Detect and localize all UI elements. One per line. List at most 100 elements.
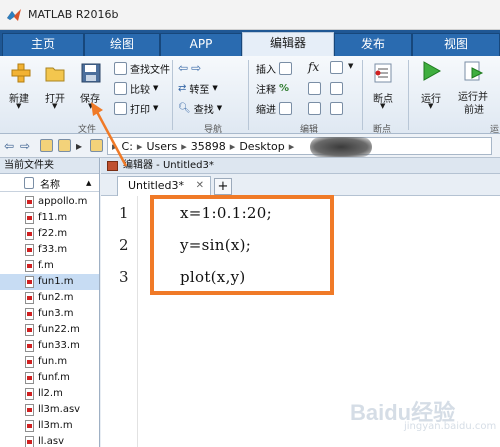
name-column-header[interactable]: 名称 ▲ (0, 174, 99, 192)
find-button[interactable]: 🔍︎ 查找 ▼ (178, 100, 222, 116)
file-name: f33.m (38, 244, 68, 255)
file-list-item[interactable]: appollo.m (0, 194, 99, 210)
file-name: appollo.m (38, 196, 88, 207)
tab-plots[interactable]: 绘图 (84, 33, 160, 56)
chevron-right-icon[interactable]: ▸ (76, 139, 82, 153)
chevron-down-icon: ▼ (212, 84, 218, 92)
redacted-blur (310, 137, 372, 157)
goto-button[interactable]: ⇄ 转至 ▼ (178, 80, 218, 96)
m-file-icon (25, 356, 34, 368)
indent-increase-icon[interactable] (308, 102, 321, 115)
add-tab-button[interactable]: + (214, 178, 232, 195)
tab-home[interactable]: 主页 (2, 33, 84, 56)
close-icon[interactable]: ✕ (196, 177, 204, 195)
file-list: appollo.m f11.m f22.m f33.m f.m fun1.m fun2.m f… (0, 194, 99, 447)
goto-icon: ⇄ (178, 82, 187, 94)
folder-up-icon[interactable] (40, 139, 53, 152)
comment-button[interactable]: 注释 % (256, 80, 289, 96)
file-list-item[interactable]: f.m (0, 258, 99, 274)
plus-icon (11, 63, 31, 83)
breadcrumb-user[interactable]: 35898 (191, 140, 226, 153)
file-list-item[interactable]: f22.m (0, 226, 99, 242)
find-files-label: 查找文件 (130, 64, 170, 76)
file-list-item[interactable]: f11.m (0, 210, 99, 226)
breadcrumb-separator: ▸ (288, 139, 295, 153)
matlab-logo-icon (7, 9, 21, 21)
file-list-item[interactable]: ll3m.asv (0, 402, 99, 418)
m-file-icon (25, 308, 34, 320)
chevron-down-icon: ▼ (16, 102, 22, 110)
editor-header: 编辑器 - Untitled3* (101, 158, 500, 174)
file-name: fun.m (38, 356, 68, 367)
m-file-icon (25, 372, 34, 384)
find-label: 查找 (193, 104, 214, 116)
arrow-left-icon[interactable]: ⇦ (178, 61, 188, 75)
annotation-arrow (91, 102, 128, 167)
function-icon[interactable] (330, 61, 343, 74)
breadcrumb-separator: ▸ (181, 139, 187, 153)
doc-tab-label: Untitled3* (128, 179, 185, 192)
file-list-item[interactable]: fun33.m (0, 338, 99, 354)
indent-button[interactable]: 缩进 (256, 100, 292, 116)
find-files-button[interactable]: 查找文件 (114, 60, 170, 76)
insert-label: 插入 (256, 64, 276, 76)
chevron-down-icon: ▼ (216, 104, 223, 112)
file-list-item[interactable]: fun2.m (0, 290, 99, 306)
compare-button[interactable]: 比较 ▼ (114, 80, 158, 96)
back-forward-buttons[interactable]: ⇦ ⇨ (178, 60, 201, 76)
window-title: MATLAB R2016b (28, 8, 119, 21)
breadcrumb-desktop[interactable]: Desktop (239, 140, 284, 153)
search-icon: 🔍︎ (178, 102, 191, 114)
fx-button[interactable]: fx (308, 60, 319, 74)
ribbon-toolbar: 新建 ▼ 打开 ▼ 保存 ▼ 查找文件 比较 ▼ 打印 ▼ 文件 ⇦ ⇨ ⇄ 转… (0, 56, 500, 135)
current-folder-panel: 当前文件夹 名称 ▲ appollo.m f11.m f22.m f33.m f.m fu… (0, 158, 100, 447)
tab-apps[interactable]: APP (160, 33, 242, 56)
group-divider (408, 60, 409, 130)
file-name: ll3m.asv (38, 404, 81, 415)
chevron-down-icon[interactable]: ▼ (348, 62, 353, 70)
folder-icon (45, 67, 65, 82)
browse-folder-icon[interactable] (58, 139, 71, 152)
breadcrumb-users[interactable]: Users (146, 140, 177, 153)
m-file-icon (25, 388, 34, 400)
file-list-item[interactable]: funf.m (0, 370, 99, 386)
arrow-left-icon[interactable]: ⇦ (4, 139, 14, 153)
indent-decrease-icon[interactable] (330, 102, 343, 115)
insert-button[interactable]: 插入 (256, 60, 292, 76)
ribbon-tab-strip: 主页 绘图 APP 编辑器 发布 视图 (0, 30, 500, 56)
file-list-item[interactable]: f33.m (0, 242, 99, 258)
run-and-advance-icon (464, 61, 484, 81)
breadcrumb-separator: ▸ (229, 139, 236, 153)
file-name: fun22.m (38, 324, 80, 335)
arrow-right-icon[interactable]: ⇨ (20, 139, 30, 153)
m-file-icon (25, 292, 34, 304)
tab-editor[interactable]: 编辑器 (242, 32, 334, 56)
file-list-item[interactable]: fun.m (0, 354, 99, 370)
arrow-right-icon[interactable]: ⇨ (191, 61, 201, 75)
group-divider (172, 60, 173, 130)
find-files-icon (114, 61, 127, 75)
m-file-icon (25, 324, 34, 336)
wrap-comments-icon[interactable] (330, 82, 343, 95)
file-list-item[interactable]: ll3m.m (0, 418, 99, 434)
current-folder-title: 当前文件夹 (0, 158, 99, 174)
file-list-item[interactable]: fun3.m (0, 306, 99, 322)
file-name: ll3m.m (38, 420, 73, 431)
m-file-icon (25, 196, 34, 208)
file-list-item[interactable]: fun22.m (0, 322, 99, 338)
tab-view[interactable]: 视图 (412, 33, 500, 56)
uncomment-icon[interactable] (308, 82, 321, 95)
compare-icon (114, 81, 127, 95)
group-divider (362, 60, 363, 130)
tab-publish[interactable]: 发布 (334, 33, 412, 56)
file-list-item[interactable]: ll.asv (0, 434, 99, 447)
breadcrumb[interactable]: ▸ C: ▸ Users ▸ 35898 ▸ Desktop ▸ (107, 137, 492, 155)
watermark: Baidu经验 jingyan.baidu.com (344, 393, 496, 441)
file-name: fun2.m (38, 292, 74, 303)
tab-untitled3[interactable]: Untitled3* ✕ (117, 176, 211, 196)
file-list-item[interactable]: ll2.m (0, 386, 99, 402)
indent-label: 缩进 (256, 104, 276, 116)
file-list-item[interactable]: fun1.m (0, 274, 99, 290)
m-file-icon (25, 276, 34, 288)
file-name: f22.m (38, 228, 68, 239)
